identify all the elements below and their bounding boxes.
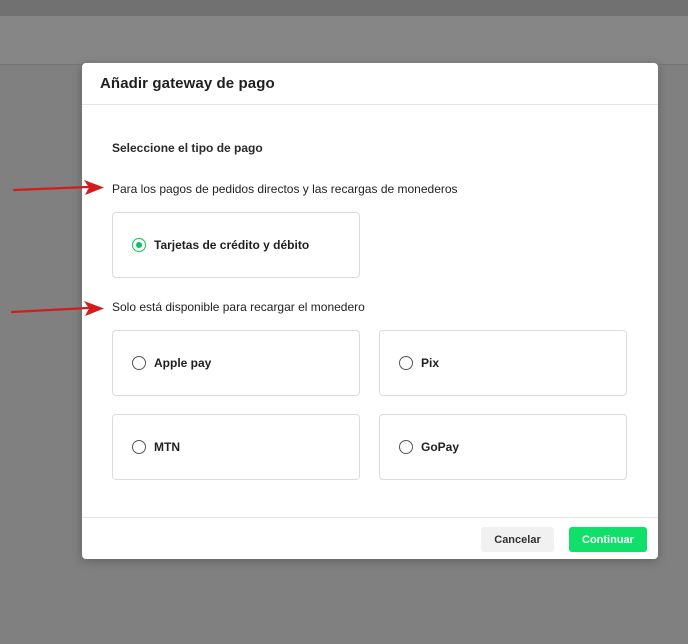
wallet-only-description: Solo está disponible para recargar el mo… (112, 300, 365, 314)
add-payment-gateway-modal: Añadir gateway de pago Seleccione el tip… (82, 63, 658, 559)
option-card-pix[interactable]: Pix (379, 330, 627, 396)
option-label: Pix (421, 356, 440, 370)
radio-unchecked-icon[interactable] (399, 356, 413, 370)
radio-unchecked-icon[interactable] (132, 356, 146, 370)
option-label: MTN (154, 440, 180, 454)
option-card-apple-pay[interactable]: Apple pay (112, 330, 360, 396)
modal-footer: Cancelar Continuar (82, 517, 658, 559)
radio-unchecked-icon[interactable] (399, 440, 413, 454)
radio-unchecked-icon[interactable] (132, 440, 146, 454)
modal-title: Añadir gateway de pago (100, 75, 275, 92)
background-topbar (0, 0, 688, 16)
radio-checked-icon[interactable] (132, 238, 146, 252)
option-card-gopay[interactable]: GoPay (379, 414, 627, 480)
cancel-button[interactable]: Cancelar (481, 527, 554, 552)
section-title: Seleccione el tipo de pago (112, 141, 263, 155)
option-card-credit-debit[interactable]: Tarjetas de crédito y débito (112, 212, 360, 278)
option-label: GoPay (421, 440, 460, 454)
option-label: Tarjetas de crédito y débito (154, 238, 310, 252)
direct-payments-description: Para los pagos de pedidos directos y las… (112, 182, 458, 196)
option-card-mtn[interactable]: MTN (112, 414, 360, 480)
modal-header: Añadir gateway de pago (82, 63, 658, 105)
continue-button[interactable]: Continuar (569, 527, 647, 552)
red-arrow-icon (12, 180, 104, 195)
red-arrow-icon (10, 301, 104, 316)
background-header-band (0, 16, 688, 65)
option-label: Apple pay (154, 356, 212, 370)
